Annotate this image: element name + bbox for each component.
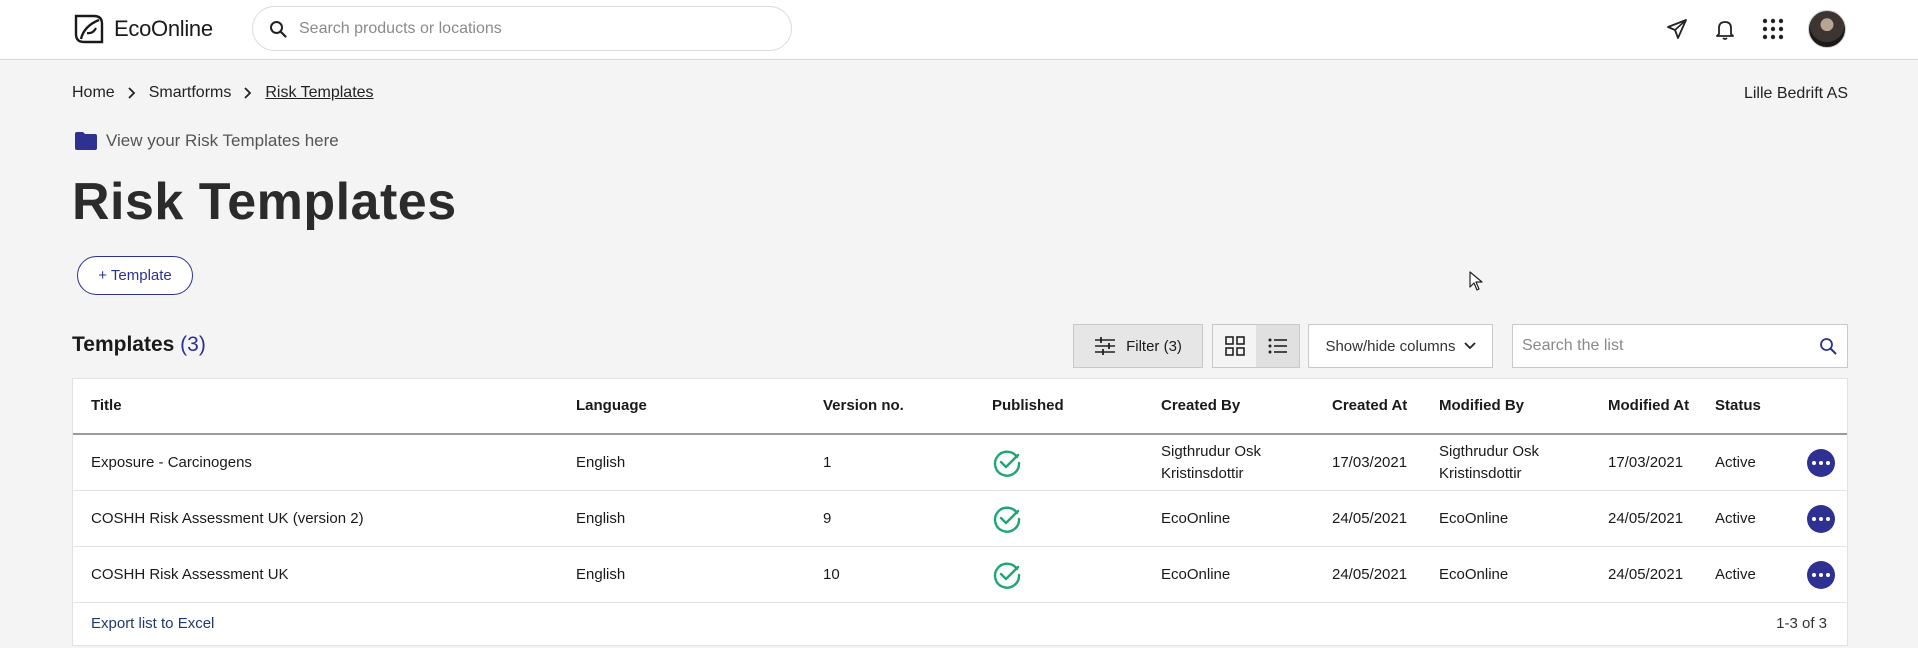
folder-icon	[75, 132, 97, 150]
cell-modified-at: 24/05/2021	[1608, 565, 1684, 583]
breadcrumb: Home Smartforms Risk Templates	[72, 84, 374, 102]
cell-modified-by: Sigthrudur Osk Kristinsdottir	[1439, 442, 1540, 482]
cell-language: English	[576, 509, 626, 527]
chevron-right-icon	[128, 87, 135, 99]
column-header-published[interactable]: Published	[992, 379, 1152, 433]
column-header-created-at[interactable]: Created At	[1332, 379, 1438, 433]
cell-created-at: 24/05/2021	[1332, 509, 1408, 527]
global-search-input[interactable]	[299, 19, 739, 38]
cell-modified-by: EcoOnline	[1439, 565, 1509, 583]
breadcrumb-risk-templates[interactable]: Risk Templates	[265, 84, 373, 102]
cell-created-by: EcoOnline	[1161, 565, 1231, 583]
search-icon[interactable]	[1819, 337, 1837, 355]
cell-modified-at: 17/03/2021	[1608, 453, 1684, 471]
cell-created-at: 17/03/2021	[1332, 453, 1408, 471]
table-row[interactable]: Exposure - Carcinogens English 1 Sigthru…	[73, 435, 1847, 491]
cell-title[interactable]: COSHH Risk Assessment UK (version 2)	[91, 491, 561, 546]
list-view-button[interactable]	[1256, 325, 1299, 367]
cell-created-by: EcoOnline	[1161, 509, 1231, 527]
list-heading-text: Templates	[72, 333, 175, 356]
cell-published	[992, 547, 1152, 602]
brand-logo[interactable]: EcoOnline	[72, 12, 213, 46]
more-actions-button[interactable]	[1807, 448, 1835, 477]
global-search[interactable]	[252, 6, 792, 51]
cell-modified-by: EcoOnline	[1439, 509, 1509, 527]
more-actions-button[interactable]	[1807, 560, 1835, 589]
cell-modified-at: 24/05/2021	[1608, 509, 1684, 527]
published-check-icon	[993, 449, 1021, 477]
list-heading: Templates (3)	[72, 333, 206, 357]
list-view-icon	[1268, 338, 1287, 354]
chevron-down-icon	[1463, 342, 1476, 350]
add-template-button[interactable]: + Template	[77, 256, 193, 295]
top-icons	[1664, 10, 1846, 48]
column-header-status[interactable]: Status	[1715, 379, 1795, 433]
grid-view-icon	[1224, 336, 1245, 356]
cell-language: English	[576, 565, 626, 583]
apps-grid-icon[interactable]	[1760, 16, 1786, 42]
view-toggle	[1212, 324, 1300, 368]
table-header: Title Language Version no. Published Cre…	[73, 379, 1847, 435]
cell-language: English	[576, 453, 626, 471]
breadcrumb-smartforms[interactable]: Smartforms	[149, 84, 232, 102]
table-row[interactable]: COSHH Risk Assessment UK English 10 EcoO…	[73, 547, 1847, 603]
top-bar: EcoOnline	[0, 0, 1918, 60]
info-text: View your Risk Templates here	[106, 131, 339, 150]
column-header-title[interactable]: Title	[91, 379, 561, 433]
cell-title[interactable]: Exposure - Carcinogens	[91, 435, 561, 490]
cell-status: Active	[1715, 565, 1756, 583]
cell-version: 10	[823, 565, 840, 583]
brand-name: EcoOnline	[114, 16, 213, 41]
company-name: Lille Bedrift AS	[1743, 85, 1848, 102]
list-search[interactable]	[1512, 324, 1848, 368]
cell-published	[992, 435, 1152, 490]
templates-table: Title Language Version no. Published Cre…	[72, 378, 1848, 646]
list-count: (3)	[180, 333, 206, 356]
cell-actions	[1801, 435, 1841, 490]
rocket-icon[interactable]	[1664, 16, 1690, 42]
avatar[interactable]	[1808, 10, 1846, 48]
published-check-icon	[993, 561, 1021, 589]
chevron-right-icon	[244, 87, 252, 99]
column-header-modified-at[interactable]: Modified At	[1608, 379, 1714, 433]
mouse-cursor-icon	[1469, 271, 1483, 291]
page-title: Risk Templates	[72, 173, 457, 231]
list-search-input[interactable]	[1522, 337, 1802, 355]
pagination-info: 1-3 of 3	[1776, 615, 1827, 632]
column-header-created-by[interactable]: Created By	[1161, 379, 1326, 433]
cell-version: 1	[823, 453, 832, 471]
cell-actions	[1801, 491, 1841, 546]
cell-status: Active	[1715, 509, 1756, 527]
cell-actions	[1801, 547, 1841, 602]
sliders-icon	[1095, 337, 1116, 355]
cell-created-at: 24/05/2021	[1332, 565, 1408, 583]
table-footer: Export list to Excel 1-3 of 3	[73, 603, 1847, 645]
column-header-version[interactable]: Version no.	[823, 379, 983, 433]
show-hide-columns-label: Show/hide columns	[1325, 337, 1456, 355]
filter-label: Filter (3)	[1126, 337, 1182, 355]
show-hide-columns-dropdown[interactable]: Show/hide columns	[1308, 324, 1493, 368]
cell-created-by: Sigthrudur Osk Kristinsdottir	[1161, 442, 1262, 482]
grid-view-button[interactable]	[1213, 325, 1256, 367]
cell-published	[992, 491, 1152, 546]
table-row[interactable]: COSHH Risk Assessment UK (version 2) Eng…	[73, 491, 1847, 547]
ecoonline-logo-icon	[74, 14, 104, 44]
search-icon	[270, 20, 287, 38]
cell-title[interactable]: COSHH Risk Assessment UK	[91, 547, 561, 602]
more-actions-button[interactable]	[1807, 504, 1835, 533]
column-header-modified-by[interactable]: Modified By	[1439, 379, 1609, 433]
published-check-icon	[993, 505, 1021, 533]
cell-version: 9	[823, 509, 832, 527]
bell-icon[interactable]	[1712, 16, 1738, 42]
filter-button[interactable]: Filter (3)	[1073, 324, 1203, 368]
info-line: View your Risk Templates here	[74, 131, 339, 151]
breadcrumb-home[interactable]: Home	[72, 84, 115, 102]
cell-status: Active	[1715, 453, 1756, 471]
column-header-language[interactable]: Language	[576, 379, 806, 433]
export-excel-link[interactable]: Export list to Excel	[91, 603, 561, 645]
